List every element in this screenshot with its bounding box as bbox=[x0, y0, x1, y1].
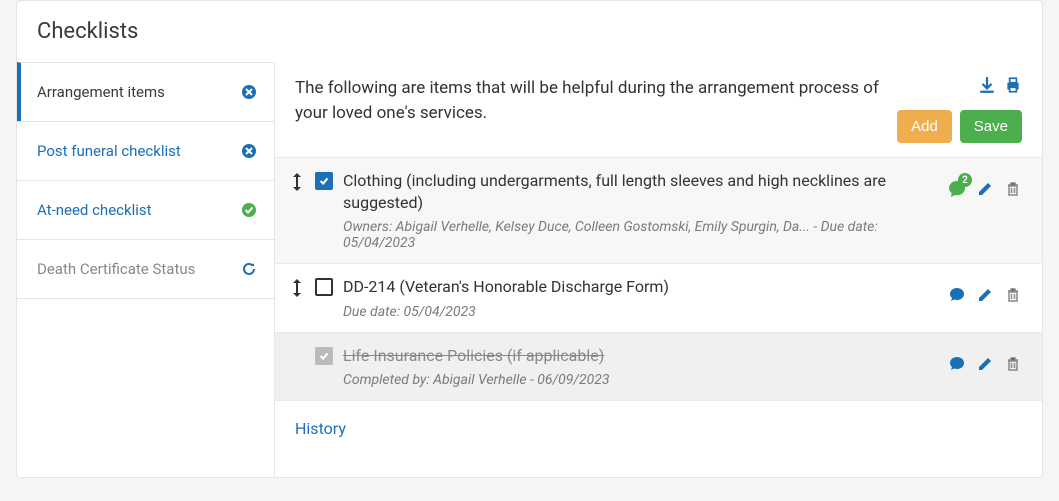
item-content: Clothing (including undergarments, full … bbox=[343, 170, 938, 251]
edit-icon[interactable] bbox=[976, 355, 994, 373]
sidebar-item-arrangement-items[interactable]: Arrangement items bbox=[17, 62, 274, 121]
page-title: Checklists bbox=[37, 19, 1022, 44]
item-meta: Owners: Abigail Verhelle, Kelsey Duce, C… bbox=[343, 219, 938, 251]
item-actions: 2 bbox=[948, 180, 1022, 198]
item-title: Life Insurance Policies (if applicable) bbox=[343, 345, 938, 367]
sidebar-item-label: Post funeral checklist bbox=[37, 142, 181, 160]
item-checkbox[interactable] bbox=[315, 347, 333, 365]
description-actions: Add Save bbox=[897, 76, 1022, 143]
edit-icon[interactable] bbox=[976, 180, 994, 198]
sidebar: Arrangement items Post funeral checklist… bbox=[17, 62, 275, 477]
comment-icon[interactable] bbox=[948, 355, 966, 373]
content-row: Arrangement items Post funeral checklist… bbox=[17, 62, 1042, 477]
description-text: The following are items that will be hel… bbox=[295, 76, 881, 125]
item-actions bbox=[948, 286, 1022, 304]
trash-icon[interactable] bbox=[1004, 180, 1022, 198]
item-title: Clothing (including undergarments, full … bbox=[343, 170, 938, 213]
item-meta: Due date: 05/04/2023 bbox=[343, 304, 938, 320]
comment-icon[interactable] bbox=[948, 286, 966, 304]
item-checkbox[interactable] bbox=[315, 172, 333, 190]
drag-handle-icon[interactable] bbox=[289, 278, 305, 298]
item-content: DD-214 (Veteran's Honorable Discharge Fo… bbox=[343, 276, 938, 320]
item-meta: Completed by: Abigail Verhelle - 06/09/2… bbox=[343, 372, 938, 388]
sidebar-item-label: Death Certificate Status bbox=[37, 260, 195, 278]
sidebar-item-post-funeral[interactable]: Post funeral checklist bbox=[17, 121, 274, 180]
checklist-item: Clothing (including undergarments, full … bbox=[275, 157, 1042, 263]
check-circle-icon bbox=[240, 201, 258, 219]
remove-circle-icon[interactable] bbox=[240, 142, 258, 160]
sidebar-item-label: Arrangement items bbox=[37, 83, 165, 101]
comment-count-badge: 2 bbox=[958, 173, 972, 187]
item-actions bbox=[948, 355, 1022, 373]
sidebar-item-at-need[interactable]: At-need checklist bbox=[17, 180, 274, 239]
checklists-card: Checklists Arrangement items Post funera… bbox=[16, 0, 1043, 478]
sidebar-item-label: At-need checklist bbox=[37, 201, 152, 219]
sidebar-item-death-cert[interactable]: Death Certificate Status bbox=[17, 239, 274, 299]
checklist-item: DD-214 (Veteran's Honorable Discharge Fo… bbox=[275, 263, 1042, 332]
main: The following are items that will be hel… bbox=[275, 62, 1042, 477]
item-checkbox[interactable] bbox=[315, 278, 333, 296]
history-link[interactable]: History bbox=[275, 400, 1042, 456]
refresh-icon[interactable] bbox=[240, 260, 258, 278]
trash-icon[interactable] bbox=[1004, 355, 1022, 373]
remove-circle-icon[interactable] bbox=[240, 83, 258, 101]
trash-icon[interactable] bbox=[1004, 286, 1022, 304]
card-header: Checklists bbox=[17, 1, 1042, 62]
print-icon[interactable] bbox=[1004, 76, 1022, 94]
download-icon[interactable] bbox=[978, 76, 996, 94]
save-button[interactable]: Save bbox=[960, 110, 1022, 143]
item-content: Life Insurance Policies (if applicable) … bbox=[343, 345, 938, 389]
checklist-item: Life Insurance Policies (if applicable) … bbox=[275, 332, 1042, 401]
edit-icon[interactable] bbox=[976, 286, 994, 304]
comment-icon[interactable]: 2 bbox=[948, 180, 966, 198]
add-button[interactable]: Add bbox=[897, 110, 952, 143]
drag-handle-icon[interactable] bbox=[289, 172, 305, 192]
item-title: DD-214 (Veteran's Honorable Discharge Fo… bbox=[343, 276, 938, 298]
checklist-items: Clothing (including undergarments, full … bbox=[275, 157, 1042, 400]
description-row: The following are items that will be hel… bbox=[275, 62, 1042, 157]
